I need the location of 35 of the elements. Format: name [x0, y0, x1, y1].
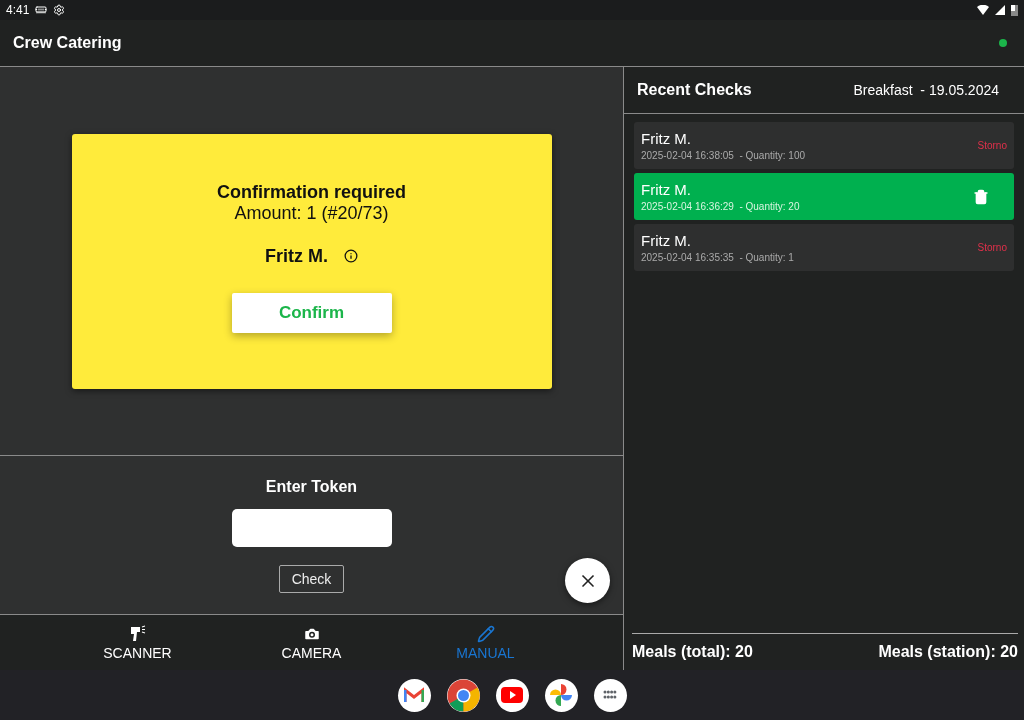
amount-text: Amount: 1 (#20/73)	[234, 202, 389, 224]
mail-app-icon[interactable]	[397, 678, 431, 712]
meals-station: Meals (station): 20	[878, 643, 1018, 661]
meals-total: Meals (total): 20	[632, 643, 753, 661]
entry-name: Fritz M.	[641, 130, 692, 147]
recent-checks-title: Recent Checks	[637, 81, 752, 99]
apps-app-icon[interactable]	[593, 678, 627, 712]
check-entry[interactable]: Fritz M. 2025-02-04 16:35:35 - Quantity: 1 Storno	[634, 224, 1014, 271]
token-input-field[interactable]	[231, 509, 392, 547]
entry-name: Fritz M.	[641, 232, 692, 249]
nav-tab[interactable]: CAMERA	[226, 615, 397, 670]
check-button[interactable]: Check	[278, 565, 345, 593]
photos-app-icon[interactable]	[544, 678, 578, 712]
confirmation-title: Confirmation required	[217, 181, 406, 203]
person-name: Fritz M.	[265, 245, 328, 267]
check-entry[interactable]: Fritz M. 2025-02-04 16:38:05 - Quantity: 100 Storno	[634, 122, 1014, 169]
info-icon[interactable]	[344, 249, 358, 263]
token-label: Enter Token	[265, 478, 358, 496]
meal-date-label: Breakfast - 19.05.2024	[853, 82, 999, 98]
gear-icon	[53, 4, 66, 16]
video-app-icon[interactable]	[495, 678, 529, 712]
entry-details: 2025-02-04 16:35:35 - Quantity: 1	[641, 252, 794, 263]
entry-details: 2025-02-04 16:36:29 - Quantity: 20	[641, 201, 800, 212]
wifi-icon	[977, 5, 989, 15]
status-time: 4:41	[6, 3, 30, 17]
entry-details: 2025-02-04 16:38:05 - Quantity: 100	[641, 150, 805, 161]
app-title: Crew Catering	[13, 34, 122, 52]
browser-app-icon[interactable]	[446, 678, 480, 712]
nav-tab[interactable]: SCANNER	[52, 615, 223, 670]
pencil-icon	[476, 624, 495, 643]
delete-icon[interactable]	[973, 188, 989, 205]
battery-icon	[1011, 4, 1018, 16]
scanner-gun-icon	[128, 624, 147, 643]
signal-icon	[995, 5, 1005, 15]
entry-name: Fritz M.	[641, 181, 692, 198]
